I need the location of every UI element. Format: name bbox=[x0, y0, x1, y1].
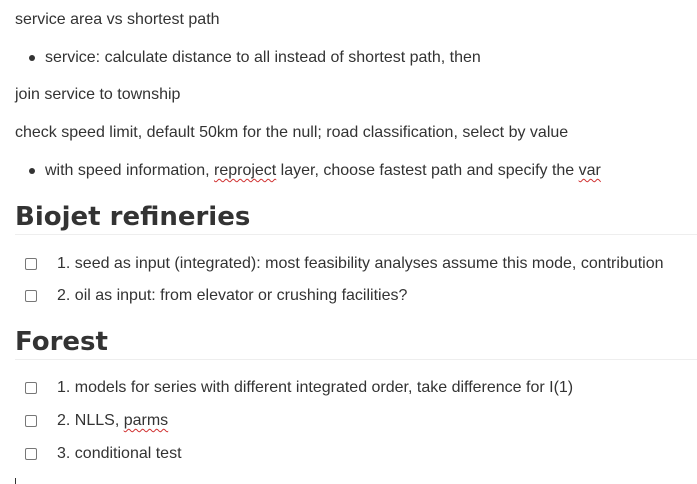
task-item: 1. seed as input (integrated): most feas… bbox=[15, 253, 697, 275]
heading-forest: Forest bbox=[15, 327, 108, 357]
task-text: 2. NLLS, parms bbox=[57, 410, 168, 432]
task-item: 2. NLLS, parms bbox=[15, 410, 697, 432]
task-text: 1. models for series with different inte… bbox=[57, 379, 574, 396]
task-checkbox[interactable] bbox=[25, 448, 37, 460]
bullet-text-part: with speed information, bbox=[45, 162, 214, 179]
task-checkbox[interactable] bbox=[25, 382, 37, 394]
task-item: 2. oil as input: from elevator or crushi… bbox=[15, 285, 697, 307]
paragraph-service-area: service area vs shortest path bbox=[15, 11, 220, 28]
task-text-part: 2. NLLS, bbox=[57, 412, 124, 429]
task-checkbox[interactable] bbox=[25, 290, 37, 302]
task-checkbox[interactable] bbox=[25, 415, 37, 427]
bullet-text: service: calculate distance to all inste… bbox=[45, 49, 481, 66]
heading-rule bbox=[15, 234, 697, 235]
heading-biojet-refineries: Biojet refineries bbox=[15, 202, 251, 232]
misspelled-word[interactable]: reproject bbox=[214, 162, 276, 179]
task-item: 1. models for series with different inte… bbox=[15, 377, 697, 399]
task-text: 2. oil as input: from elevator or crushi… bbox=[57, 287, 408, 304]
bullet-dot bbox=[29, 55, 35, 61]
misspelled-word[interactable]: var bbox=[579, 162, 601, 179]
task-item: 3. conditional test bbox=[15, 443, 697, 465]
paragraph-join-service: join service to township bbox=[15, 86, 181, 103]
bullet-text: with speed information, reproject layer,… bbox=[45, 160, 601, 182]
misspelled-word[interactable]: parms bbox=[124, 412, 168, 429]
task-text: 1. seed as input (integrated): most feas… bbox=[57, 255, 664, 272]
task-checkbox[interactable] bbox=[25, 258, 37, 270]
bullet-dot bbox=[29, 168, 35, 174]
task-text: 3. conditional test bbox=[57, 445, 182, 462]
bullet-text-part: layer, choose fastest path and specify t… bbox=[276, 162, 579, 179]
text-cursor bbox=[15, 478, 16, 484]
heading-rule bbox=[15, 359, 697, 360]
paragraph-speed-limit: check speed limit, default 50km for the … bbox=[15, 124, 569, 141]
